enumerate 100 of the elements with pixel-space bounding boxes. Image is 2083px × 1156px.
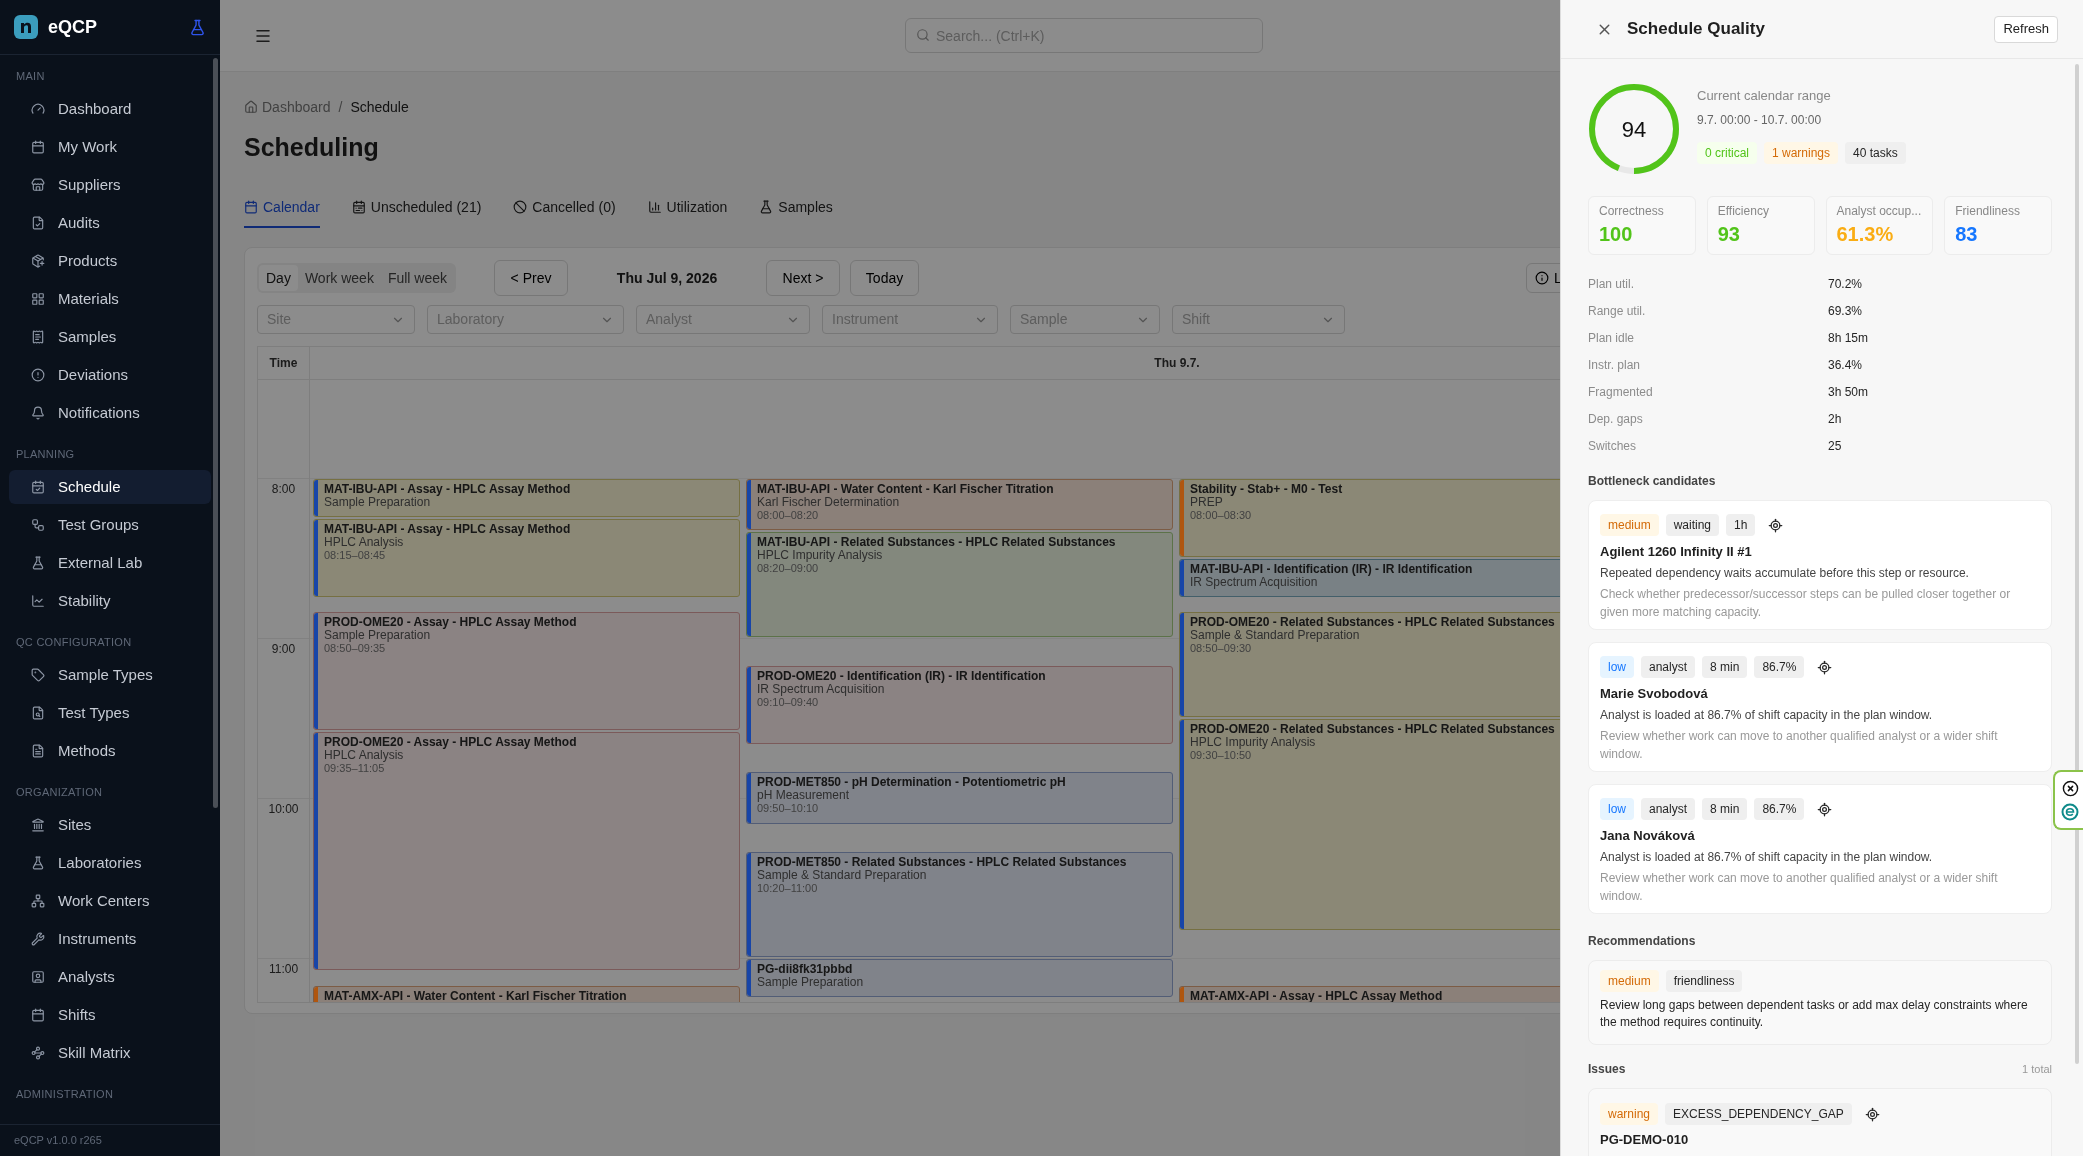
issue-name: PG-DEMO-010 xyxy=(1600,1131,1690,1149)
event-subtitle: Sample Preparation xyxy=(757,976,865,989)
calendar-event[interactable]: PROD-OME20 - Identification (IR) - IR Identification IR Spectrum Acquisition 09:10–09:40 xyxy=(746,665,1173,744)
crosshair-icon[interactable] xyxy=(1817,801,1833,817)
bottleneck-hint: Review whether work can move to another qualified analyst or a wider shift window. xyxy=(1600,728,1999,763)
view-option[interactable]: Full week xyxy=(380,265,455,291)
breadcrumb-link[interactable]: Dashboard xyxy=(262,97,331,117)
event-title: PROD-OME20 - Related Substances - HPLC Related Substances xyxy=(1190,722,1556,736)
event-title: PROD-OME20 - Assay - HPLC Assay Method xyxy=(324,615,578,630)
flask-icon[interactable] xyxy=(189,18,206,36)
nav-item[interactable]: Laboratories xyxy=(9,846,211,880)
event-time: 08:15–08:45 xyxy=(324,549,387,562)
metric-label: Efficiency xyxy=(1717,204,1770,218)
nav-item[interactable]: Audits xyxy=(9,206,211,240)
nav-item[interactable]: Notifications xyxy=(9,396,211,430)
calendar-event[interactable]: MAT-AMX-API - Assay - HPLC Assay Method xyxy=(1179,985,1560,1002)
prev-button[interactable]: < Prev xyxy=(494,260,569,296)
calendar-event[interactable]: PROD-OME20 - Assay - HPLC Assay Method HPLC Analysis 09:35–11:05 xyxy=(313,732,740,971)
crosshair-icon[interactable] xyxy=(1817,659,1833,675)
today-button[interactable]: Today xyxy=(850,260,920,296)
crosshair-icon[interactable] xyxy=(1768,517,1784,533)
nav-item[interactable]: Schedule xyxy=(9,470,211,504)
nav-item[interactable]: Products xyxy=(9,244,211,278)
nav-item[interactable]: Analysts xyxy=(9,960,211,994)
calendar-event[interactable]: MAT-IBU-API - Water Content - Karl Fischer Titration Karl Fischer Determination 08:00–08:20 xyxy=(746,479,1173,531)
nav-item[interactable]: Samples xyxy=(9,320,211,354)
calendar-icon xyxy=(31,140,45,154)
nav-item[interactable]: My Work xyxy=(9,130,211,164)
nav-item[interactable]: Instruments xyxy=(9,922,211,956)
event-title: PROD-MET850 - Related Substances - HPLC Related Substances xyxy=(757,855,1128,870)
calendar-event[interactable]: Stability - Stab+ - M0 - Test PREP 08:00–08:30 xyxy=(1179,479,1560,557)
event-subtitle: IR Spectrum Acquisition xyxy=(1190,576,1319,589)
calendar-event[interactable]: PROD-OME20 - Assay - HPLC Assay Method Sample Preparation 08:50–09:35 xyxy=(313,612,740,731)
event-title: PROD-OME20 - Identification (IR) - IR Identification xyxy=(757,668,1047,683)
view-option[interactable]: Day xyxy=(259,265,298,291)
workflow-icon xyxy=(31,518,45,532)
logo-icon[interactable] xyxy=(2061,802,2079,821)
package-icon xyxy=(31,254,45,268)
next-button[interactable]: Next > xyxy=(766,260,841,296)
calendar-event[interactable]: PROD-OME20 - Related Substances - HPLC Related Substances HPLC Impurity Analysis 09:30–10:50 xyxy=(1179,719,1560,931)
tab[interactable]: Unscheduled (21) xyxy=(351,188,482,228)
nav-item[interactable]: Sites xyxy=(9,808,211,842)
calendar-check-icon xyxy=(31,480,45,494)
home-icon[interactable] xyxy=(244,100,258,114)
bank-icon xyxy=(31,818,45,832)
view-option[interactable]: Work week xyxy=(297,265,381,291)
tab[interactable]: Samples xyxy=(759,188,833,228)
bottleneck-description: Analyst is loaded at 86.7% of shift capacity in the plan window. xyxy=(1600,849,1934,866)
section-title: Recommendations xyxy=(1588,933,1696,950)
tab[interactable]: Utilization xyxy=(647,188,728,228)
nav-item[interactable]: Materials xyxy=(9,282,211,316)
stat-label: Dep. gaps xyxy=(1588,410,1644,428)
stat-value: 3h 50m xyxy=(1828,383,1870,401)
tag: 8 min xyxy=(1702,656,1748,678)
nav-item[interactable]: Test Types xyxy=(9,696,211,730)
refresh-button[interactable]: Refresh xyxy=(1994,15,2058,43)
crosshair-icon[interactable] xyxy=(1864,1106,1880,1122)
bottleneck-description: Analyst is loaded at 86.7% of shift capacity in the plan window. xyxy=(1600,707,1934,724)
tab[interactable]: Cancelled (0) xyxy=(513,188,616,228)
calendar-event[interactable]: PROD-MET850 - pH Determination - Potentiometric pH pH Measurement 09:50–10:10 xyxy=(746,772,1173,824)
event-time: 09:35–11:05 xyxy=(324,762,386,776)
nav-item[interactable]: External Lab xyxy=(9,546,211,580)
event-subtitle: pH Measurement xyxy=(757,789,851,803)
section-label: ORGANIZATION xyxy=(15,785,104,800)
calendar-event[interactable]: MAT-IBU-API - Assay - HPLC Assay Method Sample Preparation xyxy=(313,479,740,517)
calendar-event[interactable]: MAT-IBU-API - Identification (IR) - IR Identification IR Spectrum Acquisition xyxy=(1179,559,1560,597)
nav-item[interactable]: Work Centers xyxy=(9,884,211,918)
calendar-event[interactable]: PG-dii8fk31pbbd Sample Preparation xyxy=(746,959,1173,997)
nav-item[interactable]: Sample Types xyxy=(9,658,211,692)
scrollbar[interactable] xyxy=(213,58,218,808)
calendar-event[interactable]: PROD-OME20 - Related Substances - HPLC Related Substances Sample & Standard Preparation 08:50–09:30 xyxy=(1179,612,1560,717)
nav-item[interactable]: Methods xyxy=(9,734,211,768)
grid-icon xyxy=(31,292,45,306)
nav-item[interactable]: Test Groups xyxy=(9,508,211,542)
event-title: PROD-MET850 - pH Determination - Potentiometric pH xyxy=(757,775,1067,790)
calendar-event[interactable]: PROD-MET850 - Related Substances - HPLC Related Substances Sample & Standard Preparation 10:20–11:00 xyxy=(746,852,1173,957)
nav-item[interactable]: Skill Matrix xyxy=(9,1036,211,1070)
event-subtitle: Sample Preparation xyxy=(324,629,431,643)
bar-chart-icon xyxy=(647,200,662,214)
tag: low xyxy=(1600,656,1634,678)
nav-item[interactable]: Dashboard xyxy=(9,92,211,126)
stat-label: Range util. xyxy=(1588,302,1647,320)
flask-icon xyxy=(31,556,45,570)
calendar-icon xyxy=(244,200,258,214)
calendar-event[interactable]: MAT-IBU-API - Assay - HPLC Assay Method HPLC Analysis 08:15–08:45 xyxy=(313,519,740,597)
hour-label: 10:00 xyxy=(267,802,300,816)
nav-item[interactable]: Shifts xyxy=(9,998,211,1032)
close-icon[interactable] xyxy=(2061,779,2079,797)
nav-item[interactable]: Deviations xyxy=(9,358,211,392)
tab[interactable]: Calendar xyxy=(244,188,320,228)
event-title: MAT-IBU-API - Related Substances - HPLC Related Substances xyxy=(757,535,1117,550)
metric-value: 83 xyxy=(1955,222,1979,246)
stat-value: 25 xyxy=(1828,437,1843,455)
event-time: 08:00–08:30 xyxy=(1190,509,1253,522)
scrollbar[interactable] xyxy=(2075,64,2079,1064)
calendar-event[interactable]: MAT-AMX-API - Water Content - Karl Fischer Titration xyxy=(313,985,740,1002)
nav-item[interactable]: Suppliers xyxy=(9,168,211,202)
nav-item[interactable]: Stability xyxy=(9,584,211,618)
bottleneck-name: Jana Nováková xyxy=(1600,827,1696,845)
calendar-event[interactable]: MAT-IBU-API - Related Substances - HPLC Related Substances HPLC Impurity Analysis 08:20–09:00 xyxy=(746,532,1173,637)
